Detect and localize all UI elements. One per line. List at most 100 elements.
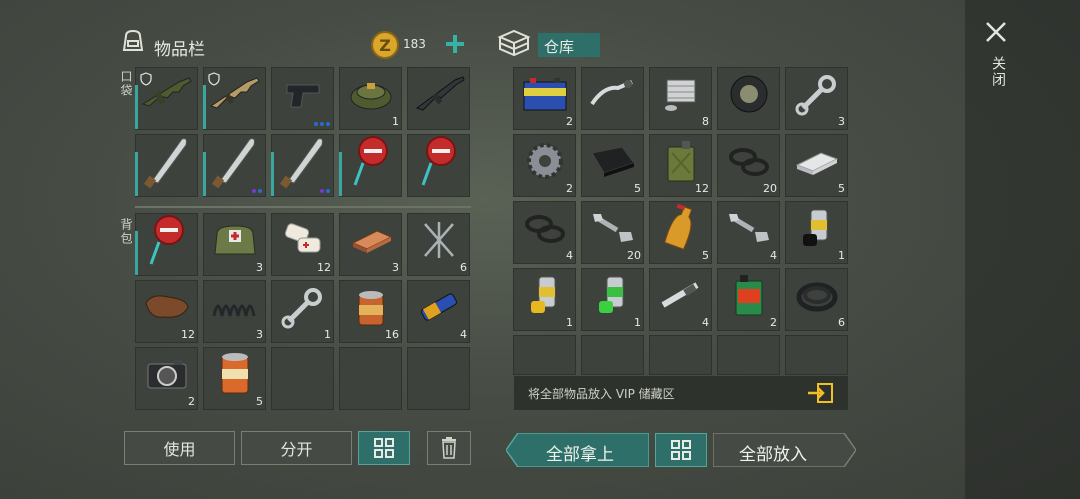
item-count: 3	[838, 115, 845, 128]
item-slot[interactable]: 5	[785, 134, 848, 197]
take-all-button[interactable]: 全部拿上	[506, 433, 649, 467]
quality-dots	[320, 189, 330, 193]
empty-slot[interactable]	[717, 335, 780, 375]
item-slot[interactable]: 6	[785, 268, 848, 331]
backpack-label: 背包	[119, 218, 133, 246]
landmine-icon	[349, 77, 393, 115]
item-slot[interactable]	[135, 134, 198, 197]
item-slot[interactable]	[271, 67, 334, 130]
item-slot[interactable]	[135, 67, 198, 130]
empty-slot[interactable]	[271, 347, 334, 410]
put-all-button[interactable]: 全部放入	[713, 433, 856, 467]
bolts-icon	[589, 208, 637, 252]
storage-title-tab[interactable]: 仓库	[538, 33, 600, 57]
empty-slot[interactable]	[513, 335, 576, 375]
machete-icon	[142, 133, 192, 193]
item-count: 6	[838, 316, 845, 329]
rubber-sheet-icon	[588, 143, 638, 183]
leather-icon	[142, 289, 192, 329]
trash-icon	[442, 437, 456, 459]
vip-storage-bar[interactable]: 将全部物品放入 VIP 储藏区	[514, 376, 848, 410]
item-slot[interactable]: 3	[339, 213, 402, 276]
backpack-grid: 3 12 3 6 12 3 1 16 4 2 5	[135, 213, 470, 410]
rubber-rings-icon	[725, 141, 773, 185]
add-coins-button[interactable]	[444, 33, 466, 59]
item-count: 2	[566, 182, 573, 195]
item-count: 5	[702, 249, 709, 262]
item-slot[interactable]: 2	[513, 134, 576, 197]
item-slot[interactable]	[717, 67, 780, 130]
empty-slot[interactable]	[407, 347, 470, 410]
plus-icon	[446, 35, 464, 53]
item-slot[interactable]	[135, 213, 198, 276]
item-slot[interactable]	[203, 134, 266, 197]
item-count: 4	[702, 316, 709, 329]
move-to-vip-icon[interactable]	[806, 383, 834, 403]
item-slot[interactable]: 5	[649, 201, 712, 264]
item-slot[interactable]: 16	[339, 280, 402, 343]
item-slot[interactable]: 12	[135, 280, 198, 343]
aluminum-ingot-icon	[791, 143, 843, 183]
motor-oil-icon	[730, 271, 768, 323]
item-count: 8	[702, 115, 709, 128]
item-slot[interactable]: 6	[407, 213, 470, 276]
item-count: 5	[838, 182, 845, 195]
bandage-icon	[280, 220, 326, 264]
item-slot[interactable]: 4	[513, 201, 576, 264]
stop-sign-icon	[351, 133, 391, 193]
item-slot[interactable]: 12	[271, 213, 334, 276]
item-slot[interactable]: 1	[271, 280, 334, 343]
item-count: 2	[188, 395, 195, 408]
use-button[interactable]: 使用	[124, 431, 235, 465]
item-slot[interactable]: 1	[513, 268, 576, 331]
item-slot[interactable]: 20	[717, 134, 780, 197]
item-slot[interactable]: 3	[785, 67, 848, 130]
nails-icon	[417, 218, 461, 266]
item-slot[interactable]	[339, 134, 402, 197]
sort-inventory-button[interactable]	[358, 431, 410, 465]
hose-icon	[794, 275, 840, 319]
empty-slot[interactable]	[339, 347, 402, 410]
item-slot[interactable]: 2	[135, 347, 198, 410]
item-slot[interactable]	[407, 67, 470, 130]
item-count: 1	[324, 328, 331, 341]
item-slot[interactable]: 1	[581, 268, 644, 331]
empty-slot[interactable]	[649, 335, 712, 375]
item-slot[interactable]	[407, 134, 470, 197]
item-slot[interactable]: 8	[649, 67, 712, 130]
item-slot[interactable]: 20	[581, 201, 644, 264]
empty-slot[interactable]	[581, 335, 644, 375]
item-slot[interactable]: 2	[717, 268, 780, 331]
item-count: 2	[770, 316, 777, 329]
item-slot[interactable]: 1	[785, 201, 848, 264]
item-slot[interactable]	[581, 67, 644, 130]
spark-plug-icon	[657, 275, 705, 319]
item-slot[interactable]: 5	[203, 347, 266, 410]
storage-grid: 2 8 3 2 5 12 20 5 4 20 5 4 1 1 1 4 2 6	[513, 67, 848, 331]
item-slot[interactable]	[271, 134, 334, 197]
item-count: 2	[566, 115, 573, 128]
put-all-label: 全部放入	[739, 445, 807, 465]
empty-slot[interactable]	[785, 335, 848, 375]
rubber-rings-icon	[521, 208, 569, 252]
item-slot[interactable]	[203, 67, 266, 130]
item-slot[interactable]: 3	[203, 213, 266, 276]
sort-storage-button[interactable]	[655, 433, 707, 467]
quality-dots	[252, 189, 262, 193]
car-battery-icon	[520, 74, 570, 118]
item-slot[interactable]: 4	[717, 201, 780, 264]
close-icon	[986, 22, 1006, 42]
item-slot[interactable]: 4	[649, 268, 712, 331]
close-button[interactable]: 关闭	[984, 20, 1010, 104]
item-slot[interactable]: 12	[649, 134, 712, 197]
item-slot[interactable]: 2	[513, 67, 576, 130]
item-count: 6	[460, 261, 467, 274]
item-slot[interactable]: 4	[407, 280, 470, 343]
item-slot[interactable]: 3	[203, 280, 266, 343]
split-button-label: 分开	[280, 440, 313, 459]
bolts-icon	[725, 208, 773, 252]
item-slot[interactable]: 5	[581, 134, 644, 197]
split-button[interactable]: 分开	[241, 431, 352, 465]
item-slot[interactable]: 1	[339, 67, 402, 130]
trash-button[interactable]	[427, 431, 471, 465]
